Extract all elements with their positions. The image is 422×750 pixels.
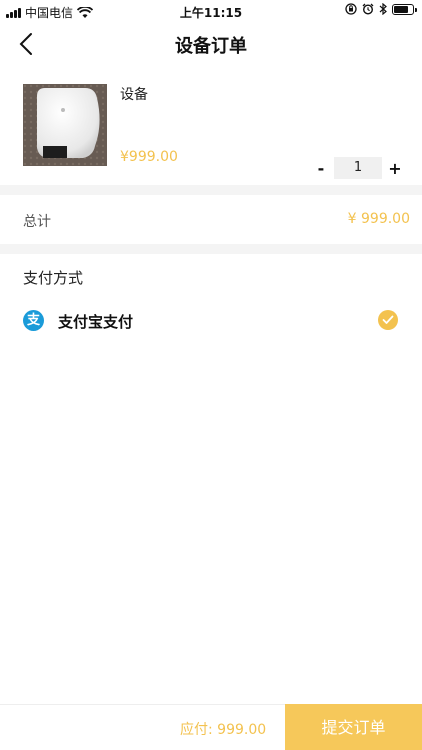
orientation-lock-icon: [345, 3, 357, 15]
alipay-label: 支付宝支付: [58, 313, 134, 331]
payment-method-header: 支付方式: [23, 269, 84, 287]
status-right: [345, 3, 417, 15]
page-title: 设备订单: [175, 36, 247, 57]
product-image: [23, 84, 107, 166]
quantity-stepper: - 1 +: [310, 156, 410, 180]
nav-bar: 设备订单: [0, 22, 422, 66]
product-price: ¥999.00: [120, 149, 178, 165]
product-name: 设备: [120, 87, 148, 103]
check-icon: [378, 310, 398, 330]
decrease-button[interactable]: -: [310, 159, 332, 178]
submit-order-button[interactable]: 提交订单: [285, 704, 422, 750]
product-card: 设备 ¥999.00 - 1 +: [0, 76, 422, 184]
increase-button[interactable]: +: [384, 159, 406, 178]
order-page: 中国电信 上午11:15 设备订单 设备 ¥999.00 - 1 + 总计 ¥ …: [0, 0, 422, 750]
alipay-option[interactable]: 支 支付宝支付: [0, 306, 422, 338]
section-divider: [0, 244, 422, 254]
bottom-bar: 应付: 999.00 提交订单: [0, 704, 422, 750]
bluetooth-icon: [379, 3, 387, 15]
total-value: ¥ 999.00: [347, 211, 410, 227]
total-row: 总计 ¥ 999.00: [0, 196, 422, 242]
alipay-icon: 支: [23, 310, 44, 331]
section-divider: [0, 185, 422, 195]
amount-due: 应付: 999.00: [180, 722, 267, 738]
quantity-input[interactable]: 1: [334, 157, 382, 179]
battery-icon: [392, 3, 417, 15]
alarm-icon: [362, 3, 374, 15]
total-label: 总计: [23, 214, 51, 230]
status-bar: 中国电信 上午11:15: [0, 0, 422, 22]
